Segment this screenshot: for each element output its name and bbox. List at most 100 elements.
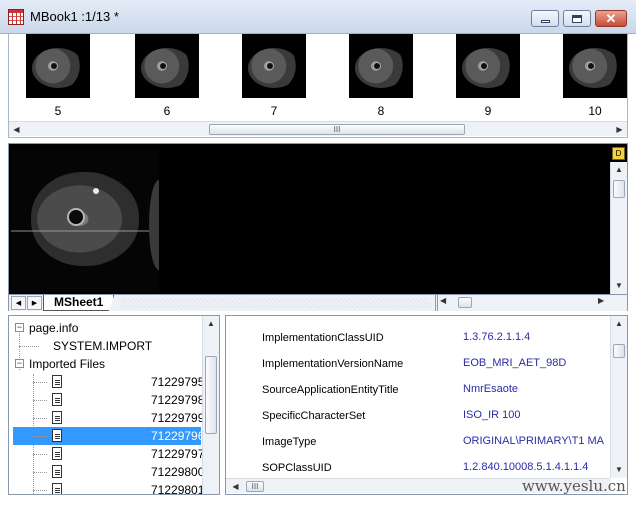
thumbnail-label: 8 (377, 104, 385, 118)
property-row[interactable]: ImplementationVersionName EOB_MRI_AET_98… (226, 352, 611, 378)
viewer-vertical-scrollbar[interactable]: ▲ ▼ (610, 162, 627, 294)
properties-vertical-scrollbar[interactable]: ▲ ▼ (610, 316, 627, 478)
tree-file-label: 71229798 (151, 393, 205, 407)
property-key: SourceApplicationEntityTitle (262, 384, 399, 396)
play-icon[interactable]: D (612, 147, 625, 160)
property-value: NmrEsaote (463, 383, 519, 395)
scrollbar-thumb[interactable] (613, 344, 625, 358)
document-icon (52, 483, 62, 494)
scroll-up-icon[interactable]: ▲ (611, 316, 627, 331)
thumbnail-item[interactable]: 5 (26, 34, 90, 118)
image-canvas[interactable] (9, 144, 610, 294)
tree-file-item[interactable]: 71229798 (9, 391, 204, 409)
tree-file-item[interactable]: 71229799 (9, 409, 204, 427)
property-row[interactable]: SpecificCharacterSet ISO_IR 100 (226, 404, 611, 430)
tree-file-item[interactable]: 71229800 (9, 463, 204, 481)
thumbnail-strip: 5 6 7 8 9 10 ◀ III ▶ (8, 34, 628, 138)
property-key: SOPClassUID (262, 462, 332, 474)
tree-file-label: 71229795 (151, 375, 205, 389)
sheet-tab[interactable]: MSheet1 (43, 295, 115, 311)
document-icon (52, 447, 62, 460)
maximize-button[interactable] (563, 10, 591, 27)
property-value: ORIGINAL\PRIMARY\T1 MA (463, 435, 604, 447)
file-tree: − page.info SYSTEM.IMPORT − Imported Fil… (8, 315, 220, 495)
tree-file-label: 71229796 (151, 429, 205, 443)
scroll-down-icon[interactable]: ▼ (611, 278, 627, 293)
scroll-left-icon[interactable]: ◀ (9, 122, 24, 137)
watermark: www.yeslu.cn (522, 477, 626, 495)
scrollbar-thumb[interactable]: III (209, 124, 465, 135)
viewer-horizontal-scrollbar[interactable]: ◀ ▶ (435, 295, 627, 311)
property-row[interactable]: ImageType ORIGINAL\PRIMARY\T1 MA (226, 430, 611, 456)
title-bar: MBook1 :1/13 * ✕ (0, 0, 636, 34)
property-row[interactable]: SourceApplicationEntityTitle NmrEsaote (226, 378, 611, 404)
thumbnail-label: 5 (54, 104, 62, 118)
document-icon (52, 393, 62, 406)
scrollbar-thumb[interactable] (458, 297, 472, 308)
tree-item-label: page.info (29, 321, 79, 335)
tree-item-system-import[interactable]: SYSTEM.IMPORT (9, 337, 199, 355)
thumbnail-item[interactable]: 8 (349, 34, 413, 118)
tree-file-item[interactable]: 71229795 (9, 373, 204, 391)
minimize-icon (540, 20, 550, 23)
scroll-left-icon[interactable]: ◀ (440, 296, 446, 305)
tab-area-divider (121, 298, 431, 309)
tree-item-label: Imported Files (29, 357, 106, 371)
scroll-right-icon[interactable]: ▶ (612, 122, 627, 137)
image-viewer: D ▲ ▼ ◀ ▶ MSheet1 ◀ ▶ (8, 143, 628, 311)
dicom-properties-panel: ImplementationClassUID 1.3.76.2.1.1.4 Im… (225, 315, 628, 495)
mri-slice-thumbnail (26, 34, 90, 98)
thumbnail-item[interactable]: 6 (135, 34, 199, 118)
tree-file-label: 71229799 (151, 411, 205, 425)
document-icon (52, 465, 62, 478)
collapse-icon[interactable]: − (15, 323, 24, 332)
sheet-tab-bar: ◀ ▶ MSheet1 ◀ ▶ (9, 294, 627, 311)
tree-item-page-info[interactable]: − page.info (9, 319, 199, 337)
minimize-button[interactable] (531, 10, 559, 27)
thumbnail-item[interactable]: 7 (242, 34, 306, 118)
tree-vertical-scrollbar[interactable]: ▲ (202, 316, 219, 494)
next-sheet-button[interactable]: ▶ (27, 296, 42, 310)
property-value: ISO_IR 100 (463, 409, 521, 421)
thumbnail-item[interactable]: 10 (563, 34, 627, 118)
close-icon: ✕ (605, 11, 617, 26)
tree-file-label: 71229800 (151, 465, 205, 479)
collapse-icon[interactable]: − (15, 359, 24, 368)
maximize-icon (572, 14, 582, 23)
scroll-up-icon[interactable]: ▲ (611, 162, 627, 177)
scrollbar-thumb[interactable] (613, 180, 625, 198)
property-key: SpecificCharacterSet (262, 410, 366, 422)
mri-slice-thumbnail (349, 34, 413, 98)
thumbnail-item[interactable]: 9 (456, 34, 520, 118)
property-value: 1.3.76.2.1.1.4 (463, 331, 531, 343)
scroll-down-icon[interactable]: ▼ (611, 462, 627, 477)
tree-file-item-selected[interactable]: 71229796 (13, 427, 205, 445)
workbook-icon (8, 9, 24, 25)
close-button[interactable]: ✕ (595, 10, 627, 27)
mri-slice-image (11, 150, 159, 292)
property-value: 1.2.840.10008.5.1.4.1.1.4 (463, 461, 589, 473)
mri-slice-thumbnail (135, 34, 199, 98)
thumbnail-label: 7 (270, 104, 278, 118)
document-icon (52, 411, 62, 424)
thumbnail-horizontal-scrollbar[interactable]: ◀ III ▶ (9, 121, 627, 136)
property-row[interactable]: ImplementationClassUID 1.3.76.2.1.1.4 (226, 326, 611, 352)
thumbnail-label: 9 (484, 104, 492, 118)
thumbnail-label: 10 (588, 104, 602, 118)
tree-item-imported-files[interactable]: − Imported Files (9, 355, 199, 373)
tree-file-item[interactable]: 71229797 (9, 445, 204, 463)
mri-slice-thumbnail (242, 34, 306, 98)
thumbnail-label: 6 (163, 104, 171, 118)
scroll-right-icon[interactable]: ▶ (598, 296, 604, 305)
property-key: ImageType (262, 436, 317, 448)
tree-item-label: SYSTEM.IMPORT (53, 339, 153, 353)
scrollbar-thumb[interactable]: III (246, 481, 264, 492)
scroll-up-icon[interactable]: ▲ (203, 316, 219, 331)
document-icon (52, 429, 62, 442)
scrollbar-thumb[interactable] (205, 356, 217, 434)
tree-file-item[interactable]: 71229801 (9, 481, 204, 494)
scroll-left-icon[interactable]: ◀ (228, 479, 243, 494)
property-key: ImplementationClassUID (262, 332, 384, 344)
property-value: EOB_MRI_AET_98D (463, 357, 567, 369)
previous-sheet-button[interactable]: ◀ (11, 296, 26, 310)
